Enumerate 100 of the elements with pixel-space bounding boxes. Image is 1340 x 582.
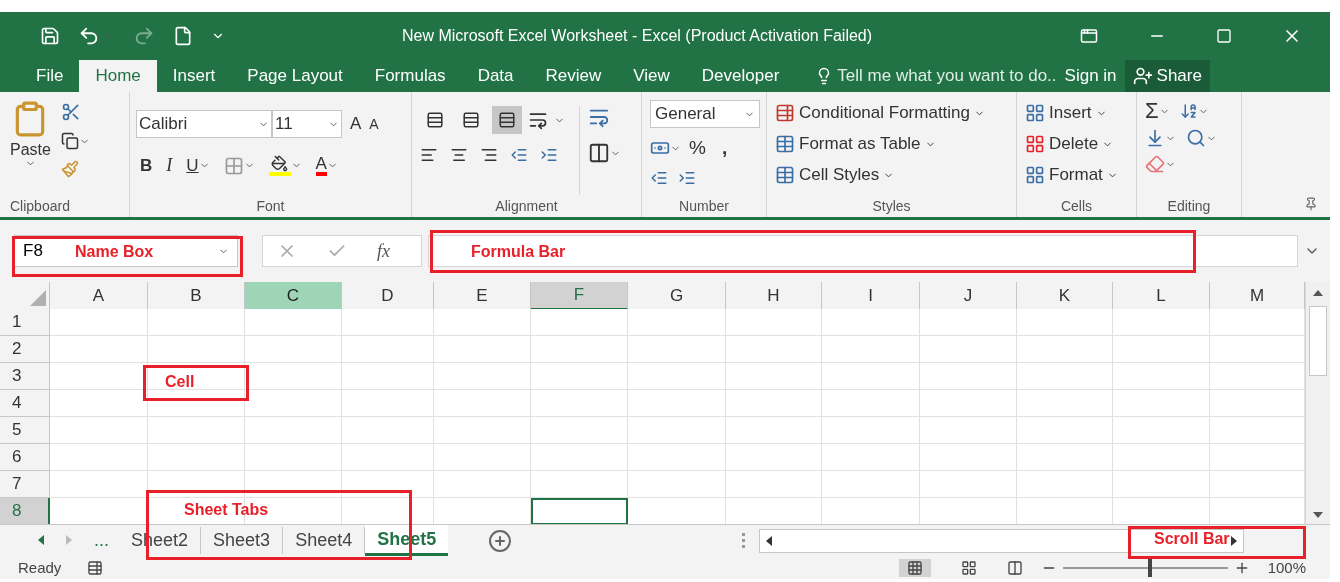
table-cell[interactable] — [1113, 417, 1210, 444]
underline-button[interactable]: U — [186, 152, 199, 179]
table-cell[interactable] — [628, 471, 726, 498]
formula-input[interactable] — [428, 235, 1298, 267]
sign-in-link[interactable]: Sign in — [1064, 60, 1117, 92]
shrink-font-button[interactable]: A — [369, 113, 379, 135]
zoom-slider-thumb[interactable] — [1148, 559, 1153, 577]
styles-button[interactable]: Format as Table — [775, 131, 1008, 157]
table-cell[interactable] — [342, 471, 434, 498]
table-cell[interactable] — [1210, 444, 1305, 471]
table-cell[interactable] — [342, 309, 434, 336]
column-header[interactable]: H — [726, 282, 822, 310]
table-cell[interactable] — [1017, 309, 1113, 336]
column-header[interactable]: I — [822, 282, 920, 310]
font-name-field[interactable]: Calibri — [136, 110, 272, 138]
search-icon[interactable] — [1186, 128, 1206, 148]
number-format-field[interactable]: General — [650, 100, 760, 128]
ribbon-tab[interactable]: File — [20, 60, 80, 92]
row-header[interactable]: 5 — [0, 417, 50, 444]
table-cell[interactable] — [245, 471, 342, 498]
table-cell[interactable] — [531, 309, 628, 336]
table-cell[interactable] — [628, 336, 726, 363]
decrease-indent-icon[interactable] — [510, 146, 528, 164]
sheet-tab[interactable]: Sheet3 — [201, 527, 284, 554]
ribbon-display-icon[interactable] — [1080, 27, 1098, 45]
table-cell[interactable] — [628, 444, 726, 471]
table-cell[interactable] — [434, 390, 531, 417]
table-cell[interactable] — [50, 417, 148, 444]
table-cell[interactable] — [920, 336, 1017, 363]
table-cell[interactable] — [1113, 390, 1210, 417]
table-cell[interactable] — [1210, 417, 1305, 444]
row-header[interactable]: 8 — [0, 498, 50, 524]
page-break-icon[interactable] — [1006, 560, 1023, 576]
table-cell[interactable] — [245, 390, 342, 417]
table-cell[interactable] — [50, 309, 148, 336]
table-cell[interactable] — [434, 309, 531, 336]
cells-button[interactable]: Format — [1025, 162, 1128, 188]
table-cell[interactable] — [434, 363, 531, 390]
table-cell[interactable] — [726, 390, 822, 417]
table-cell[interactable] — [920, 417, 1017, 444]
table-cell[interactable] — [1113, 363, 1210, 390]
table-cell[interactable] — [531, 444, 628, 471]
table-cell[interactable] — [822, 390, 920, 417]
vertical-align-button[interactable] — [492, 106, 522, 134]
cells-button[interactable]: Delete — [1025, 131, 1128, 157]
table-cell[interactable] — [822, 309, 920, 336]
new-sheet-icon[interactable] — [488, 529, 513, 553]
column-header[interactable]: A — [50, 282, 148, 310]
splitter-icon[interactable] — [742, 533, 746, 548]
eraser-icon[interactable] — [1145, 154, 1165, 174]
undo-icon[interactable] — [78, 25, 100, 47]
align-center-icon[interactable] — [450, 146, 468, 164]
borders-icon[interactable] — [223, 155, 244, 176]
vertical-scroll-bar[interactable] — [1305, 282, 1330, 524]
maximize-icon[interactable] — [1216, 28, 1232, 44]
table-cell[interactable] — [434, 417, 531, 444]
table-cell[interactable] — [148, 444, 245, 471]
column-header[interactable]: E — [434, 282, 531, 310]
column-header[interactable]: F — [531, 282, 628, 310]
column-header[interactable]: D — [342, 282, 434, 310]
table-cell[interactable] — [342, 336, 434, 363]
table-cell[interactable] — [920, 444, 1017, 471]
page-layout-icon[interactable] — [960, 560, 977, 576]
table-cell[interactable] — [822, 444, 920, 471]
ribbon-tab[interactable]: Insert — [156, 60, 232, 92]
column-header[interactable]: K — [1017, 282, 1113, 310]
column-header[interactable]: J — [920, 282, 1017, 310]
table-cell[interactable] — [1210, 390, 1305, 417]
table-cell[interactable] — [726, 336, 822, 363]
table-cell[interactable] — [1113, 309, 1210, 336]
share-button[interactable]: Share — [1124, 60, 1210, 92]
table-cell[interactable] — [1113, 471, 1210, 498]
percent-button[interactable]: % — [689, 134, 706, 163]
cells-button[interactable]: Insert — [1025, 100, 1128, 126]
ribbon-tab[interactable]: Formulas — [358, 60, 462, 92]
bold-button[interactable]: B — [140, 152, 153, 179]
table-cell[interactable] — [50, 363, 148, 390]
table-cell[interactable] — [1017, 390, 1113, 417]
table-cell[interactable] — [920, 363, 1017, 390]
tell-me-field[interactable]: Tell me what you want to do.. — [837, 63, 1057, 89]
copy-icon[interactable] — [60, 132, 79, 150]
table-cell[interactable] — [1210, 309, 1305, 336]
table-cell[interactable] — [822, 363, 920, 390]
table-cell[interactable] — [1210, 471, 1305, 498]
column-header[interactable]: G — [628, 282, 726, 310]
table-cell[interactable] — [920, 390, 1017, 417]
table-cell[interactable] — [726, 471, 822, 498]
column-header[interactable]: M — [1210, 282, 1305, 310]
table-cell[interactable] — [342, 444, 434, 471]
next-sheet-icon[interactable] — [66, 535, 72, 545]
ribbon-tab[interactable]: Data — [461, 60, 530, 92]
grow-font-button[interactable]: A — [350, 111, 362, 137]
table-cell[interactable] — [434, 444, 531, 471]
fill-color-icon[interactable] — [268, 155, 291, 176]
table-cell[interactable] — [50, 390, 148, 417]
previous-sheet-icon[interactable] — [38, 535, 44, 545]
table-cell[interactable] — [342, 363, 434, 390]
row-header[interactable]: 2 — [0, 336, 50, 363]
table-cell[interactable] — [1017, 417, 1113, 444]
table-cell[interactable] — [628, 390, 726, 417]
